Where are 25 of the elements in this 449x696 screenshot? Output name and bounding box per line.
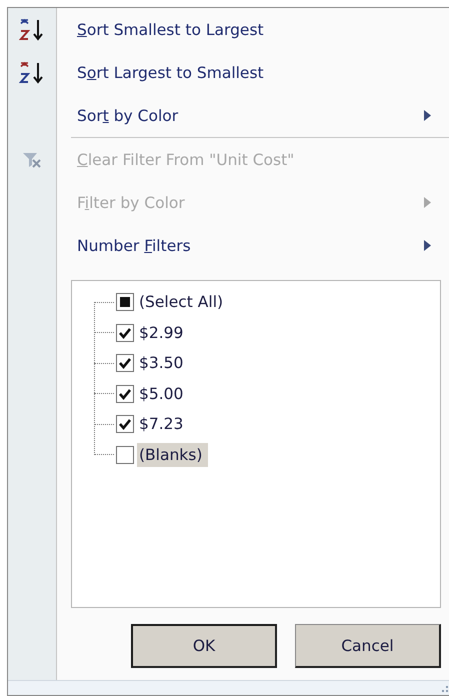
list-item[interactable]: $7.23 [137, 412, 190, 436]
checkbox[interactable] [116, 446, 134, 464]
ok-button[interactable]: OK [131, 624, 277, 668]
checkbox[interactable] [116, 415, 134, 434]
list-item[interactable]: (Select All) [137, 290, 230, 314]
list-item[interactable]: $2.99 [137, 320, 190, 345]
menu-item[interactable]: Sort Largest to Smallest [57, 51, 449, 94]
list-item[interactable]: $3.50 [137, 351, 190, 376]
list-item[interactable]: (Blanks) [137, 442, 208, 467]
sort-ascending-icon [19, 18, 45, 42]
menu-item[interactable]: Sort Smallest to Largest [57, 8, 449, 51]
cancel-button[interactable]: Cancel [295, 624, 441, 668]
checkbox[interactable] [116, 354, 134, 372]
submenu-arrow-icon [424, 197, 431, 208]
sort-descending-icon [19, 60, 45, 84]
clear-filter-icon [22, 150, 42, 168]
checkbox[interactable] [116, 324, 134, 342]
submenu-arrow-icon [424, 110, 431, 121]
menu-item[interactable]: Sort by Color [57, 94, 449, 137]
checkbox[interactable] [116, 384, 134, 403]
list-item[interactable]: $5.00 [137, 382, 190, 406]
resize-grip-icon [439, 685, 449, 695]
submenu-arrow-icon [424, 240, 431, 251]
menu-item[interactable]: Number Filters [57, 224, 449, 267]
checkbox[interactable] [116, 293, 134, 312]
